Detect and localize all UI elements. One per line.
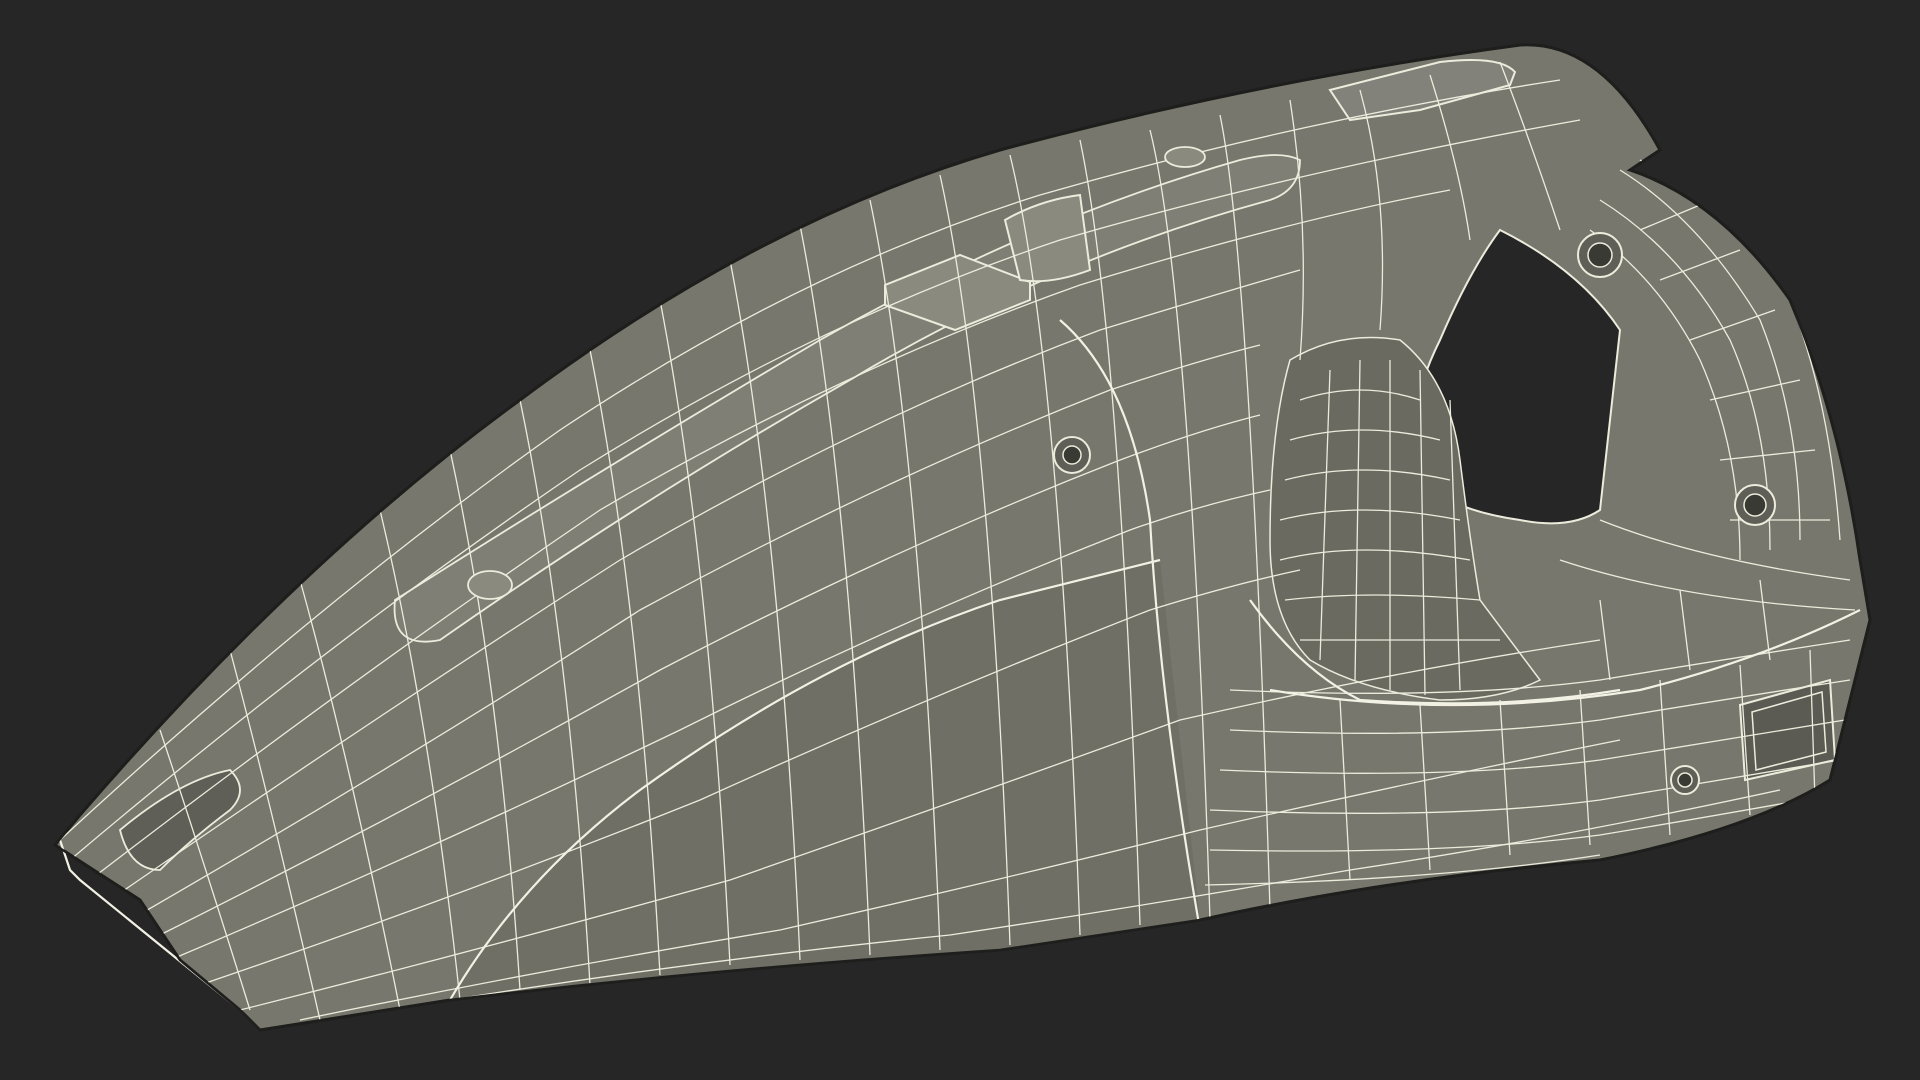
screw-hole-rear xyxy=(1734,484,1776,526)
screw-hole-top xyxy=(1577,232,1623,278)
wireframe-render xyxy=(52,43,1872,1032)
screw-hole-bottom xyxy=(1670,765,1700,795)
rail-cap-rear xyxy=(1164,146,1206,168)
render-viewport xyxy=(0,0,1920,1080)
rail-cap-front xyxy=(467,570,513,600)
screw-hole-side xyxy=(1053,436,1091,474)
vacuum-body xyxy=(52,43,1872,1032)
